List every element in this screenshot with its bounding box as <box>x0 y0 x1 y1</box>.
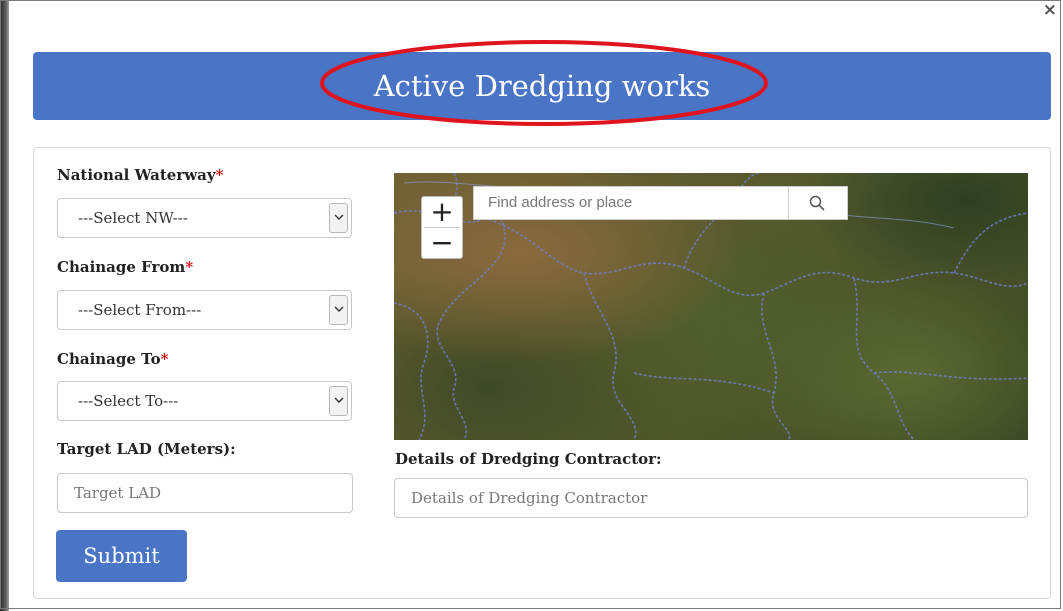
map-zoom-control: + − <box>421 196 463 259</box>
required-mark: * <box>160 350 169 368</box>
close-button[interactable]: × <box>1043 0 1057 20</box>
contractor-input[interactable]: Details of Dredging Contractor <box>394 478 1028 518</box>
zoom-out-button[interactable]: − <box>422 228 462 258</box>
chainage-from-select[interactable]: ---Select From--- <box>57 290 352 330</box>
target-lad-label: Target LAD (Meters): <box>57 440 236 458</box>
submit-button[interactable]: Submit <box>56 530 187 582</box>
chainage-to-selected: ---Select To--- <box>78 392 179 410</box>
map-search-button[interactable] <box>788 187 847 219</box>
chainage-from-selected: ---Select From--- <box>78 301 202 319</box>
map-search-input[interactable]: Find address or place <box>488 187 632 219</box>
target-lad-input[interactable]: Target LAD <box>57 473 353 513</box>
national-waterway-selected: ---Select NW--- <box>78 209 188 227</box>
national-waterway-select[interactable]: ---Select NW--- <box>57 198 352 238</box>
required-mark: * <box>215 166 224 184</box>
chevron-down-icon[interactable] <box>329 386 348 416</box>
chevron-down-icon[interactable] <box>329 295 348 325</box>
search-icon <box>809 195 825 211</box>
national-waterway-label: National Waterway* <box>57 166 224 184</box>
chainage-to-label: Chainage To* <box>57 350 169 368</box>
contractor-label: Details of Dredging Contractor: <box>395 450 662 468</box>
chevron-down-icon[interactable] <box>329 203 348 233</box>
map-search-box[interactable]: Find address or place <box>473 186 848 220</box>
zoom-in-button[interactable]: + <box>422 197 462 227</box>
highlight-annotation <box>320 40 768 126</box>
chainage-from-label: Chainage From* <box>57 258 194 276</box>
chainage-to-select[interactable]: ---Select To--- <box>57 381 352 421</box>
required-mark: * <box>185 258 194 276</box>
